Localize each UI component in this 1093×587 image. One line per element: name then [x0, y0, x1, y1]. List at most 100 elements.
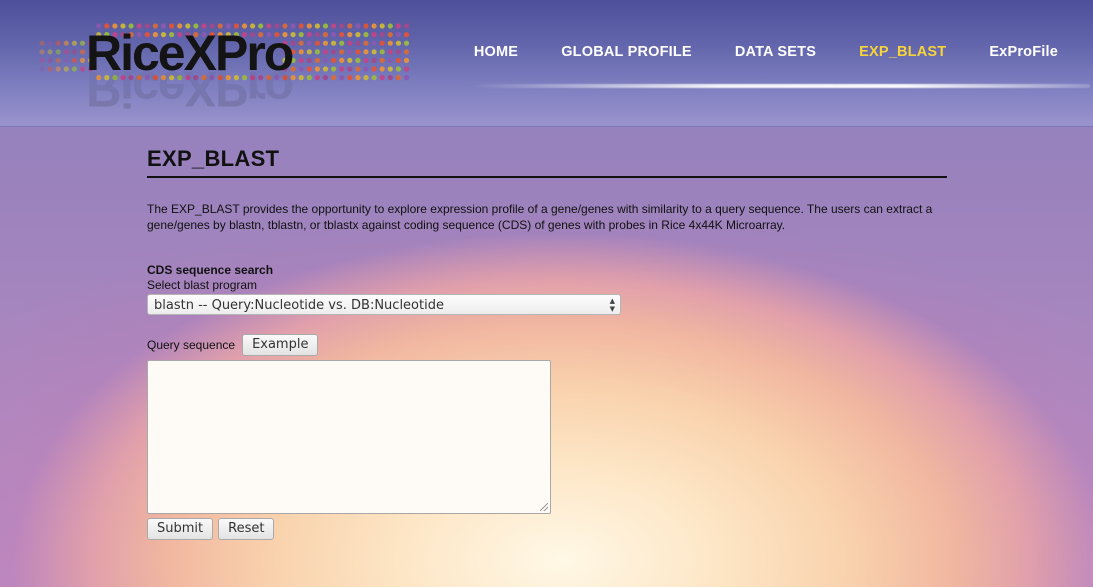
logo-dot	[63, 66, 69, 72]
nav-exprofile[interactable]: ExProFile	[989, 44, 1058, 60]
nav-exp-blast[interactable]: EXP_BLAST	[859, 44, 946, 60]
logo-dot	[355, 66, 361, 72]
main-content: EXP_BLAST The EXP_BLAST provides the opp…	[147, 146, 947, 540]
logo-dot	[355, 32, 361, 38]
logo-dot	[47, 57, 53, 64]
submit-button[interactable]: Submit	[147, 518, 214, 540]
logo-dot	[314, 23, 320, 29]
logo-dot	[306, 40, 312, 46]
logo-dot	[306, 57, 312, 64]
logo-dot	[339, 23, 345, 29]
logo-dot	[395, 57, 401, 64]
logo-dot	[379, 66, 385, 72]
logo-dot	[387, 75, 393, 81]
logo-dot	[298, 49, 304, 55]
logo-dot	[339, 49, 345, 55]
logo-dot	[306, 75, 312, 81]
logo-dot	[355, 23, 361, 29]
logo-dot	[387, 32, 393, 38]
logo-dot	[355, 75, 361, 81]
logo-dot	[395, 40, 401, 46]
nav-data-sets[interactable]: DATA SETS	[735, 44, 816, 60]
logo-dot	[331, 23, 337, 29]
logo-dot	[395, 32, 401, 38]
page-title: EXP_BLAST	[147, 146, 947, 178]
logo-dot	[403, 32, 410, 38]
logo-dot	[363, 75, 369, 81]
logo-dot	[363, 49, 369, 55]
logo-dot	[322, 40, 329, 46]
logo-dot	[63, 40, 69, 46]
page-description: The EXP_BLAST provides the opportunity t…	[147, 202, 933, 232]
logo-dot	[322, 32, 329, 38]
logo-dot	[306, 23, 312, 29]
logo-dot	[331, 40, 337, 46]
query-sequence-textarea[interactable]	[147, 360, 551, 514]
logo-dot	[395, 75, 401, 81]
logo-dot	[39, 49, 45, 55]
logo-dot	[371, 66, 377, 72]
logo-dot	[395, 23, 401, 29]
logo-dot	[47, 66, 53, 72]
logo-dot	[403, 75, 410, 81]
logo-dot	[331, 32, 337, 38]
reset-button[interactable]: Reset	[218, 518, 275, 540]
logo-dot	[371, 40, 377, 46]
logo-dot	[403, 23, 410, 29]
logo-dot	[379, 49, 385, 55]
logo-dot	[306, 32, 312, 38]
logo-dot	[71, 66, 77, 72]
logo-dot	[355, 57, 361, 64]
blast-program-value: blastn -- Query:Nucleotide vs. DB:Nucleo…	[154, 298, 444, 313]
resize-grip-icon[interactable]	[540, 503, 548, 511]
logo-dot	[395, 49, 401, 55]
logo-dot	[339, 66, 345, 72]
logo-dot	[71, 40, 77, 46]
logo-dot	[79, 40, 86, 46]
logo-dot	[371, 49, 377, 55]
logo-dot	[363, 40, 369, 46]
logo-dot	[79, 49, 86, 55]
ricexpro-logo[interactable]: RiceXPro RiceXPro	[38, 12, 418, 112]
logo-dot	[363, 66, 369, 72]
logo-dot	[298, 57, 304, 64]
logo-dot	[347, 57, 353, 64]
logo-dot	[355, 40, 361, 46]
logo-dot	[363, 57, 369, 64]
logo-dot	[331, 57, 337, 64]
logo-dot	[322, 57, 329, 64]
logo-dot	[387, 23, 393, 29]
nav-global-profile[interactable]: GLOBAL PROFILE	[561, 44, 692, 60]
logo-dot	[355, 49, 361, 55]
logo-dot	[314, 75, 320, 81]
logo-reflection: RiceXPro	[86, 61, 293, 112]
logo-dot	[403, 57, 410, 64]
logo-dot	[347, 23, 353, 29]
blast-program-select[interactable]: blastn -- Query:Nucleotide vs. DB:Nucleo…	[147, 294, 621, 315]
logo-dot	[55, 66, 61, 72]
logo-dot	[298, 23, 304, 29]
logo-dot	[339, 75, 345, 81]
form-actions: Submit Reset	[147, 518, 947, 540]
logo-dot	[379, 40, 385, 46]
logo-dot	[403, 66, 410, 72]
logo-dot	[314, 57, 320, 64]
example-button[interactable]: Example	[242, 334, 319, 356]
logo-dot	[395, 66, 401, 72]
logo-dot	[363, 32, 369, 38]
logo-dot	[79, 66, 86, 72]
nav-home[interactable]: HOME	[474, 44, 518, 60]
logo-dot	[347, 32, 353, 38]
logo-dot	[39, 66, 45, 72]
logo-dot	[306, 49, 312, 55]
logo-dot	[379, 23, 385, 29]
logo-dot	[347, 40, 353, 46]
logo-dot	[403, 49, 410, 55]
logo-dot	[55, 40, 61, 46]
logo-dot	[306, 66, 312, 72]
logo-dot	[298, 75, 304, 81]
logo-dot	[314, 32, 320, 38]
logo-dot	[371, 23, 377, 29]
logo-dot	[347, 66, 353, 72]
section-label: CDS sequence search	[147, 263, 274, 277]
